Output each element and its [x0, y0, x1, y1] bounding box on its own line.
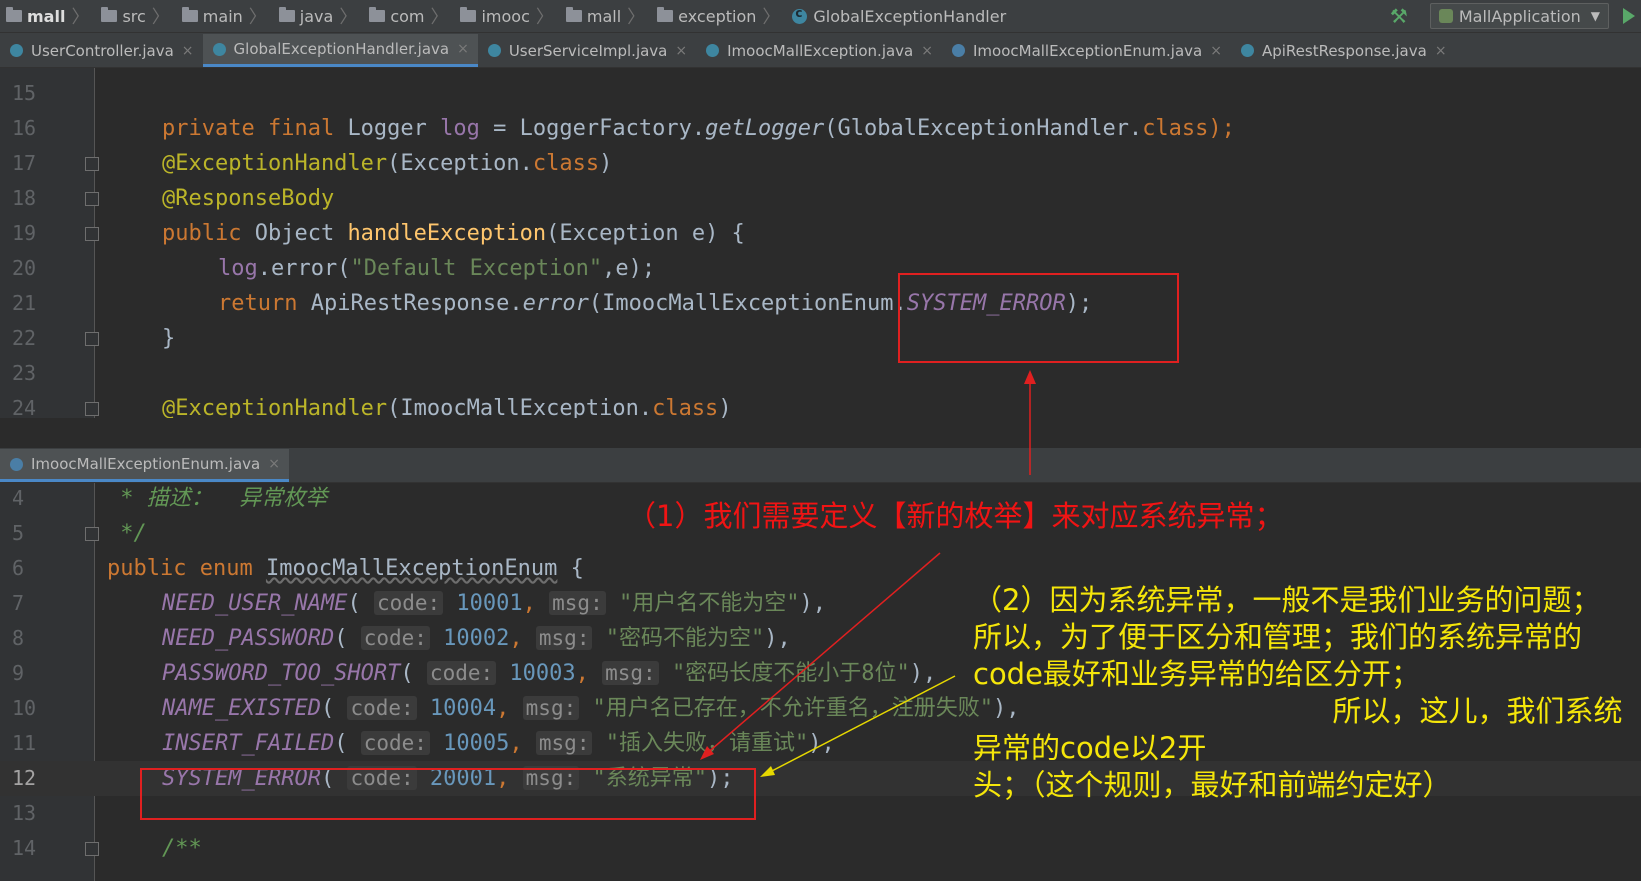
- arrow-line-diagonal-red: [704, 552, 941, 756]
- annotation-note-1: （1）我们需要定义【新的枚举】来对应系统异常；: [627, 499, 1284, 533]
- arrow-head-yellow: [760, 766, 775, 777]
- annotation-note-2: （2）因为系统异常，一般不是我们业务的问题； 所以，为了便于区分和管理；我们的系…: [973, 583, 1623, 802]
- arrow-line-diagonal-yellow: [767, 675, 956, 774]
- arrow-head-up: [1024, 370, 1036, 384]
